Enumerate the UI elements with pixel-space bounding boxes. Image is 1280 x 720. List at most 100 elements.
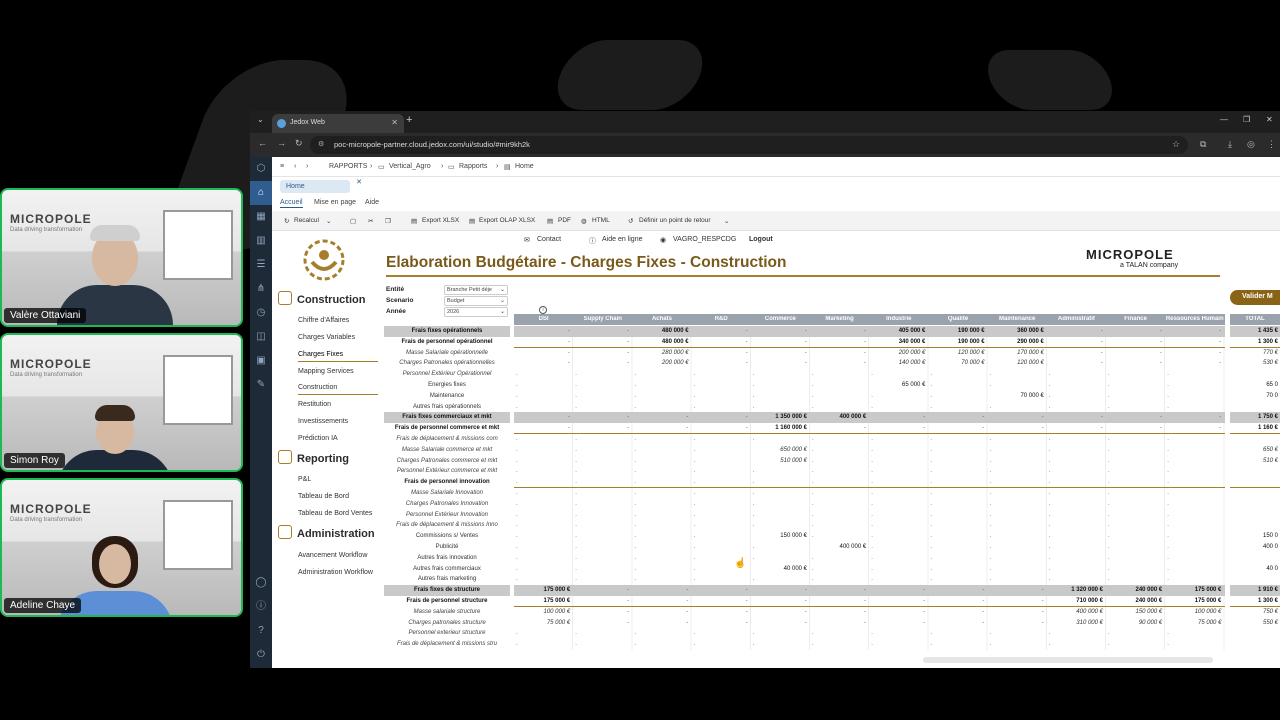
grid-cell[interactable]: 1 320 000 € xyxy=(1071,587,1103,593)
grid-cell-empty[interactable]: - xyxy=(1219,360,1221,366)
extensions-icon[interactable]: ⧉ xyxy=(1200,139,1206,150)
grid-cell-empty[interactable]: . xyxy=(516,371,518,377)
tab-home[interactable]: Home ✕ xyxy=(280,179,362,193)
grid-cell-empty[interactable]: - xyxy=(923,609,925,615)
grid-cell-empty[interactable]: . xyxy=(694,566,696,572)
tab-accueil[interactable]: Accueil xyxy=(280,199,303,208)
grid-cell-empty[interactable]: . xyxy=(812,468,814,474)
grid-cell-empty[interactable]: . xyxy=(990,479,992,485)
site-info-icon[interactable]: ⚙ xyxy=(318,140,324,148)
grid-cell-empty[interactable]: . xyxy=(1108,630,1110,636)
grid-cell-empty[interactable]: . xyxy=(634,522,636,528)
grid-cell-empty[interactable]: . xyxy=(516,404,518,410)
grid-cell-empty[interactable]: . xyxy=(871,371,873,377)
grid-cell-empty[interactable]: . xyxy=(812,630,814,636)
grid-cell-empty[interactable]: . xyxy=(990,447,992,453)
grid-cell-empty[interactable]: - xyxy=(864,620,866,626)
grid-cell-empty[interactable]: . xyxy=(1108,447,1110,453)
restore-icon[interactable]: ❐ xyxy=(1243,115,1250,124)
grid-cell-empty[interactable]: - xyxy=(627,414,629,420)
grid-cell-empty[interactable]: . xyxy=(575,555,577,561)
grid-cell-empty[interactable]: . xyxy=(753,522,755,528)
grid-cell-empty[interactable]: . xyxy=(871,641,873,647)
grid-cell-empty[interactable]: . xyxy=(575,641,577,647)
grid-cell-empty[interactable]: - xyxy=(923,620,925,626)
grid-cell-empty[interactable]: - xyxy=(627,339,629,345)
grid-cell[interactable]: 360 000 € xyxy=(1017,328,1044,334)
grid-cell-empty[interactable]: . xyxy=(634,544,636,550)
grid-cell-empty[interactable]: . xyxy=(990,382,992,388)
grid-cell-empty[interactable]: - xyxy=(568,425,570,431)
grid-cell-empty[interactable]: . xyxy=(1167,436,1169,442)
grid-cell-empty[interactable]: . xyxy=(1049,544,1051,550)
grid-cell-empty[interactable]: . xyxy=(753,490,755,496)
grid-cell[interactable]: 1 350 000 € xyxy=(775,414,807,420)
minimize-icon[interactable]: — xyxy=(1220,115,1228,124)
home-icon[interactable]: ⌂ xyxy=(250,181,272,205)
grid-cell-empty[interactable]: - xyxy=(1160,339,1162,345)
grid-cell-empty[interactable]: . xyxy=(871,479,873,485)
grid-cell-empty[interactable]: - xyxy=(568,350,570,356)
grid-cell[interactable]: 400 000 € xyxy=(1076,609,1103,615)
grid-cell-empty[interactable]: . xyxy=(575,447,577,453)
grid-cell[interactable]: 175 000 € xyxy=(1195,587,1222,593)
grid-cell-empty[interactable]: . xyxy=(634,630,636,636)
grid-cell-empty[interactable]: . xyxy=(575,436,577,442)
grid-cell-empty[interactable]: - xyxy=(982,620,984,626)
grid-cell-empty[interactable]: . xyxy=(694,522,696,528)
grid-cell-empty[interactable]: - xyxy=(746,609,748,615)
grid-cell-empty[interactable]: . xyxy=(871,490,873,496)
menu-toggle-icon[interactable]: ≡ xyxy=(280,163,284,170)
grid-cell-empty[interactable]: . xyxy=(694,501,696,507)
grid-cell[interactable]: 170 000 € xyxy=(1017,350,1044,356)
grid-cell-empty[interactable]: . xyxy=(1167,458,1169,464)
grid-cell-empty[interactable]: . xyxy=(634,382,636,388)
grid-cell-empty[interactable]: . xyxy=(990,533,992,539)
grid-cell-empty[interactable]: - xyxy=(686,620,688,626)
grid-cell-empty[interactable]: . xyxy=(871,404,873,410)
grid-cell-empty[interactable]: . xyxy=(871,555,873,561)
grid-cell-empty[interactable]: - xyxy=(627,360,629,366)
grid-cell-empty[interactable]: . xyxy=(871,544,873,550)
grid-cell-empty[interactable]: . xyxy=(753,641,755,647)
grid-cell-empty[interactable]: . xyxy=(1108,479,1110,485)
grid-cell[interactable]: 240 000 € xyxy=(1136,598,1163,604)
grid-cell-empty[interactable]: . xyxy=(1049,382,1051,388)
grid-cell-empty[interactable]: . xyxy=(516,555,518,561)
grid-cell-empty[interactable]: . xyxy=(516,630,518,636)
grid-cell-empty[interactable]: . xyxy=(634,458,636,464)
grid-cell-empty[interactable]: - xyxy=(1042,425,1044,431)
contact-link[interactable]: Contact xyxy=(537,236,561,243)
grid-cell-empty[interactable]: . xyxy=(516,447,518,453)
grid-cell-empty[interactable]: - xyxy=(1160,328,1162,334)
user-icon[interactable]: ◯ xyxy=(250,571,272,595)
grid-cell-empty[interactable]: . xyxy=(930,371,932,377)
copy-icon[interactable]: ❐ xyxy=(385,217,391,225)
grid-cell-empty[interactable]: - xyxy=(805,587,807,593)
close-window-icon[interactable]: ✕ xyxy=(1266,115,1273,124)
grid-cell-empty[interactable]: . xyxy=(516,468,518,474)
grid-cell-empty[interactable]: . xyxy=(634,501,636,507)
grid-cell-empty[interactable]: - xyxy=(1042,609,1044,615)
grid-cell-empty[interactable]: . xyxy=(575,458,577,464)
grid-cell-empty[interactable]: . xyxy=(634,404,636,410)
tab-mise-en-page[interactable]: Mise en page xyxy=(314,199,356,206)
grid-cell[interactable]: 140 000 € xyxy=(899,360,926,366)
grid-cell-empty[interactable]: - xyxy=(746,360,748,366)
grid-cell-empty[interactable]: . xyxy=(694,630,696,636)
grid-cell-empty[interactable]: . xyxy=(634,576,636,582)
grid-cell[interactable]: 310 000 € xyxy=(1076,620,1103,626)
restore-point-dropdown-icon[interactable]: ⌄ xyxy=(724,217,729,225)
grid-cell-empty[interactable]: . xyxy=(930,382,932,388)
grid-cell-empty[interactable]: . xyxy=(753,404,755,410)
grid-cell-empty[interactable]: . xyxy=(516,576,518,582)
grid-cell-empty[interactable]: . xyxy=(1167,576,1169,582)
grid-cell-empty[interactable]: . xyxy=(1108,501,1110,507)
grid-cell[interactable]: 65 000 € xyxy=(902,382,925,388)
grid-cell-empty[interactable]: . xyxy=(694,533,696,539)
grid-cell-empty[interactable]: . xyxy=(1049,479,1051,485)
grid-cell-empty[interactable]: . xyxy=(634,512,636,518)
table-icon[interactable]: ☰ xyxy=(250,253,272,277)
breadcrumb-home[interactable]: Home xyxy=(515,163,534,170)
grid-cell-empty[interactable]: . xyxy=(753,436,755,442)
